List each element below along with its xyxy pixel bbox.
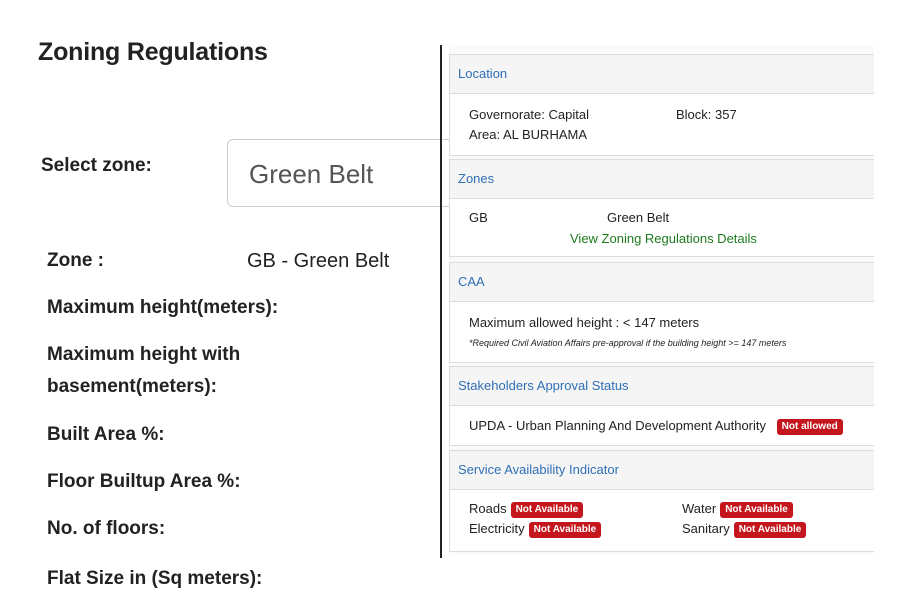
floors-label: No. of floors: <box>47 518 166 539</box>
water-label: Water <box>682 501 717 516</box>
zone-select[interactable]: Green Belt <box>227 139 467 207</box>
max-height-basement-line-2: basement(meters): <box>47 376 217 397</box>
electricity-label: Electricity <box>469 521 525 536</box>
sanitary-status-badge: Not Available <box>733 521 807 538</box>
max-height-label: Maximum height(meters): <box>47 297 279 318</box>
roads-label: Roads <box>469 501 507 516</box>
zone-name: Green Belt <box>607 210 670 225</box>
caa-section: CAA Maximum allowed height : < 147 meter… <box>449 262 874 363</box>
caa-header[interactable]: CAA <box>450 263 874 302</box>
zone-label: Zone : <box>47 250 104 271</box>
max-allowed-height: Maximum allowed height : < 147 meters <box>469 315 700 330</box>
panel-divider <box>440 45 442 558</box>
water-row: Water Not Available <box>682 501 793 518</box>
governorate-text: Governorate: Capital <box>469 107 589 122</box>
view-zoning-details-link[interactable]: View Zoning Regulations Details <box>570 231 757 246</box>
authority-name: UPDA - Urban Planning And Development Au… <box>469 418 767 433</box>
page-title: Zoning Regulations <box>38 38 268 66</box>
flat-size-label: Flat Size in (Sq meters): <box>47 568 263 589</box>
max-height-basement-line-1: Maximum height with <box>47 344 241 365</box>
location-header[interactable]: Location <box>450 55 874 94</box>
stakeholders-header[interactable]: Stakeholders Approval Status <box>450 367 874 406</box>
zones-header[interactable]: Zones <box>450 160 874 199</box>
block-text: Block: 357 <box>676 107 737 122</box>
sanitary-row: Sanitary Not Available <box>682 521 807 538</box>
zone-select-value: Green Belt <box>249 159 374 189</box>
info-panel: Location Governorate: Capital Block: 357… <box>449 45 874 555</box>
built-area-label: Built Area %: <box>47 424 165 445</box>
approval-status-badge: Not allowed <box>776 418 843 435</box>
roads-status-badge: Not Available <box>510 501 584 518</box>
zones-section: Zones GB Green Belt View Zoning Regulati… <box>449 159 874 257</box>
floor-builtup-label: Floor Builtup Area %: <box>47 471 241 492</box>
select-zone-label: Select zone: <box>41 155 152 176</box>
roads-row: Roads Not Available <box>469 501 584 518</box>
zone-code: GB <box>469 210 488 225</box>
location-section: Location Governorate: Capital Block: 357… <box>449 54 874 156</box>
authority-row: UPDA - Urban Planning And Development Au… <box>469 418 843 435</box>
electricity-status-badge: Not Available <box>528 521 602 538</box>
area-text: Area: AL BURHAMA <box>469 127 588 142</box>
caa-note: *Required Civil Aviation Affairs pre-app… <box>469 338 787 348</box>
services-section: Service Availability Indicator Roads Not … <box>449 450 874 552</box>
water-status-badge: Not Available <box>720 501 793 518</box>
max-height-basement-label: Maximum height with basement(meters): <box>47 339 240 403</box>
services-header[interactable]: Service Availability Indicator <box>450 451 874 490</box>
electricity-row: Electricity Not Available <box>469 521 602 538</box>
sanitary-label: Sanitary <box>682 521 730 536</box>
zone-value: GB - Green Belt <box>247 250 390 272</box>
stakeholders-section: Stakeholders Approval Status UPDA - Urba… <box>449 366 874 446</box>
